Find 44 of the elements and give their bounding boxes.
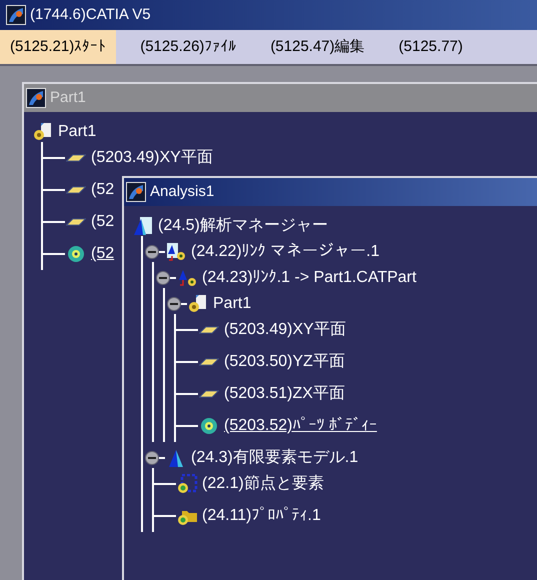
plane-icon bbox=[199, 326, 219, 334]
app-title: (1744.6)CATIA V5 bbox=[30, 4, 151, 25]
tree-item-label[interactable]: (52 bbox=[91, 210, 114, 234]
window-title: Analysis1 bbox=[150, 182, 214, 202]
plane-icon bbox=[66, 154, 86, 162]
plane-icon bbox=[66, 186, 86, 194]
tree-item-label[interactable]: (5203.49)XY平面 bbox=[224, 318, 346, 342]
menu-item[interactable]: (5125.47)編集 bbox=[260, 30, 375, 64]
plane-icon bbox=[66, 218, 86, 226]
app-icon bbox=[6, 5, 26, 25]
tree-item-label[interactable]: (22.1)節点と要素 bbox=[202, 472, 324, 496]
collapse-toggle[interactable] bbox=[167, 297, 181, 311]
plane-icon bbox=[199, 358, 219, 366]
tree-item-label[interactable]: (5203.51)ZX平面 bbox=[224, 382, 345, 406]
window-title: Part1 bbox=[50, 88, 86, 108]
menu-item[interactable]: (5125.21)ｽﾀｰﾄ bbox=[0, 30, 116, 64]
tree-item-label[interactable]: (24.22)ﾘﾝｸ マネージャー.1 bbox=[191, 240, 380, 264]
tree-item-label[interactable]: Part1 bbox=[213, 292, 252, 316]
tree-item-label[interactable]: Part1 bbox=[58, 120, 96, 144]
part-gear-icon bbox=[187, 294, 209, 314]
mesh-icon bbox=[176, 474, 198, 494]
tree-item-label[interactable]: (52 bbox=[91, 178, 114, 202]
collapse-toggle[interactable] bbox=[145, 451, 159, 465]
collapse-toggle[interactable] bbox=[145, 245, 159, 259]
menu-item[interactable]: (5125.77) bbox=[388, 30, 473, 64]
analysis-icon bbox=[132, 216, 154, 236]
tree-item-label[interactable]: (24.3)有限要素モデル.1 bbox=[191, 446, 358, 470]
app-icon bbox=[126, 182, 146, 202]
plane-icon bbox=[199, 390, 219, 398]
gear-icon bbox=[65, 244, 87, 264]
tree-item-label[interactable]: (5203.52)ﾊﾟｰﾂ ﾎﾞﾃﾞｨｰ bbox=[224, 414, 377, 438]
tree-item-label[interactable]: (52 bbox=[91, 242, 114, 266]
app-icon bbox=[26, 88, 46, 108]
tree-item-label[interactable]: (24.11)ﾌﾟﾛﾊﾟﾃｨ.1 bbox=[202, 504, 321, 528]
menu-item[interactable]: (5125.26)ﾌｧｲﾙ bbox=[130, 30, 246, 64]
link-manager-icon bbox=[165, 242, 187, 262]
collapse-toggle[interactable] bbox=[156, 271, 170, 285]
tree-item-label[interactable]: (5203.49)XY平面 bbox=[91, 146, 213, 170]
gear-icon bbox=[198, 416, 220, 436]
link-icon bbox=[176, 268, 198, 288]
part-gear-icon bbox=[32, 122, 54, 142]
tree-item-label[interactable]: (24.5)解析マネージャー bbox=[158, 214, 328, 238]
tree-item-label[interactable]: (5203.50)YZ平面 bbox=[224, 350, 345, 374]
tree-item-label[interactable]: (24.23)ﾘﾝｸ.1 -> Part1.CATPart bbox=[202, 266, 416, 290]
